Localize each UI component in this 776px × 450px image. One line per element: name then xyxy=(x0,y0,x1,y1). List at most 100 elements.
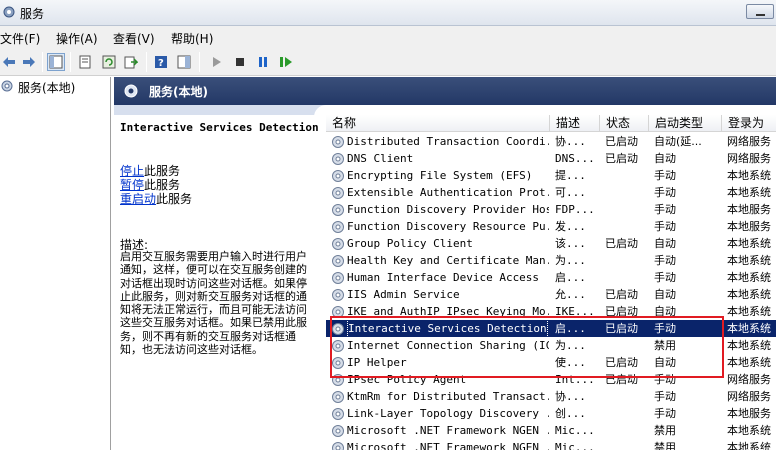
column-header-logon-as[interactable]: 登录为 xyxy=(722,115,776,132)
tree-item-services-local[interactable]: 服务(本地) xyxy=(0,79,77,96)
service-name-cell: Health Key and Certificate Man... xyxy=(331,252,549,269)
service-row[interactable]: Function Discovery Provider Host FDP... 手动… xyxy=(326,201,776,218)
column-header-description[interactable]: 描述 xyxy=(550,115,600,132)
service-logon-cell: 本地系统 xyxy=(727,339,771,352)
console-tree-icon[interactable] xyxy=(47,53,65,71)
service-logon-cell: 网络服务 xyxy=(727,135,771,148)
service-description-cell: 启... xyxy=(555,271,586,284)
services-gear-icon xyxy=(0,79,14,96)
service-name-cell: KtmRm for Distributed Transact... xyxy=(331,388,549,405)
service-gear-icon xyxy=(331,220,345,234)
help-icon[interactable]: ? xyxy=(152,53,170,71)
service-logon-cell: 本地系统 xyxy=(727,169,771,182)
service-gear-icon xyxy=(331,271,345,285)
service-startup-cell: 自动 xyxy=(654,288,676,301)
service-name-cell: Human Interface Device Access xyxy=(331,269,549,286)
service-status-cell xyxy=(605,252,651,269)
stop-icon[interactable] xyxy=(231,53,249,71)
title-bar: 服务 xyxy=(0,0,776,26)
service-description-cell: Mic... xyxy=(555,441,595,450)
service-startup-cell: 禁用 xyxy=(654,424,676,437)
service-gear-icon xyxy=(331,135,345,149)
service-startup-cell: 自动 xyxy=(654,237,676,250)
service-name-cell: Extensible Authentication Prot... xyxy=(331,184,549,201)
pause-service-link[interactable]: 暂停 xyxy=(120,178,144,192)
highlight-box xyxy=(330,316,724,378)
service-startup-cell: 手动 xyxy=(654,271,676,284)
service-row[interactable]: KtmRm for Distributed Transact... 协... 手动 网… xyxy=(326,388,776,405)
service-gear-icon xyxy=(331,169,345,183)
service-actions: 停止此服务 暂停此服务 重启动此服务 xyxy=(120,164,193,206)
service-logon-cell: 本地系统 xyxy=(727,441,771,450)
service-description-cell: 协... xyxy=(555,390,586,403)
service-description-cell: Mic... xyxy=(555,424,595,437)
column-header-name[interactable]: 名称 xyxy=(326,115,550,132)
service-row[interactable]: Extensible Authentication Prot... 可... 手动 本… xyxy=(326,184,776,201)
pause-icon[interactable] xyxy=(254,53,272,71)
window-title: 服务 xyxy=(20,7,45,21)
refresh-icon[interactable] xyxy=(100,53,118,71)
service-status-cell: 已启动 xyxy=(605,237,638,250)
service-logon-cell: 本地服务 xyxy=(727,220,771,233)
service-description-cell: 可... xyxy=(555,186,586,199)
service-startup-cell: 禁用 xyxy=(654,441,676,450)
service-name-cell: Function Discovery Provider Host xyxy=(331,201,549,218)
service-description-cell: 该... xyxy=(555,237,586,250)
service-logon-cell: 本地系统 xyxy=(727,254,771,267)
back-arrow-icon[interactable] xyxy=(0,53,18,71)
forward-arrow-icon[interactable] xyxy=(20,53,38,71)
service-row[interactable]: Health Key and Certificate Man... 为... 手动 本… xyxy=(326,252,776,269)
service-row[interactable]: DNS Client DNS... 已启动 自动 网络服务 xyxy=(326,150,776,167)
service-name-cell: IIS Admin Service xyxy=(331,286,549,303)
service-logon-cell: 本地系统 xyxy=(727,288,771,301)
menu-view[interactable]: 查看(V) xyxy=(113,30,155,47)
service-gear-icon xyxy=(331,237,345,251)
service-logon-cell: 网络服务 xyxy=(727,390,771,403)
minimize-button[interactable] xyxy=(746,4,774,19)
service-name-cell: Microsoft .NET Framework NGEN ... xyxy=(331,422,549,439)
selected-service-name: Interactive Services Detection xyxy=(120,121,319,134)
service-row[interactable]: Distributed Transaction Coordi... 协... 已启动… xyxy=(326,133,776,150)
service-row[interactable]: Human Interface Device Access 启... 手动 本地系统 xyxy=(326,269,776,286)
properties-icon[interactable] xyxy=(76,53,94,71)
service-description-cell: 为... xyxy=(555,254,586,267)
menu-file[interactable]: 文件(F) xyxy=(0,30,40,47)
console-tree: 服务(本地) xyxy=(0,77,111,450)
service-startup-cell: 手动 xyxy=(654,186,676,199)
service-row[interactable]: Microsoft .NET Framework NGEN ... Mic... 禁… xyxy=(326,422,776,439)
column-header-status[interactable]: 状态 xyxy=(600,115,649,132)
service-startup-cell: 手动 xyxy=(654,220,676,233)
service-logon-cell: 网络服务 xyxy=(727,152,771,165)
svg-text:?: ? xyxy=(158,58,164,69)
service-description-cell: FDP... xyxy=(555,203,595,216)
pane-title: 服务(本地) xyxy=(149,85,208,99)
service-startup-cell: 手动 xyxy=(654,203,676,216)
services-pane: 服务(本地) Interactive Services Detection 停止… xyxy=(114,77,776,450)
show-hide-icon[interactable] xyxy=(175,53,193,71)
menu-action[interactable]: 操作(A) xyxy=(56,30,98,47)
service-row[interactable]: Encrypting File System (EFS) 提... 手动 本地系统 xyxy=(326,167,776,184)
service-status-cell xyxy=(605,269,651,286)
service-name-cell: Distributed Transaction Coordi... xyxy=(331,133,549,150)
menu-help[interactable]: 帮助(H) xyxy=(171,30,213,47)
restart-service-link[interactable]: 重启动 xyxy=(120,192,156,206)
menu-bar: 文件(F) 操作(A) 查看(V) 帮助(H) xyxy=(0,26,776,48)
start-icon[interactable] xyxy=(207,53,225,71)
restart-icon[interactable] xyxy=(277,53,295,71)
service-description-cell: 发... xyxy=(555,220,586,233)
service-logon-cell: 网络服务 xyxy=(727,373,771,386)
service-gear-icon xyxy=(331,390,345,404)
service-description-cell: 允... xyxy=(555,288,586,301)
service-status-cell xyxy=(605,201,651,218)
service-row[interactable]: Microsoft .NET Framework NGEN ... Mic... 禁… xyxy=(326,439,776,450)
service-row[interactable]: Group Policy Client 该... 已启动 自动 本地系统 xyxy=(326,235,776,252)
column-header-startup-type[interactable]: 启动类型 xyxy=(649,115,722,132)
service-row[interactable]: Function Discovery Resource Pu... 发... 手动 本… xyxy=(326,218,776,235)
service-row[interactable]: IIS Admin Service 允... 已启动 自动 本地系统 xyxy=(326,286,776,303)
service-row[interactable]: Link-Layer Topology Discovery ... 创... 手动 本… xyxy=(326,405,776,422)
service-status-cell xyxy=(605,167,651,184)
service-startup-cell: 手动 xyxy=(654,407,676,420)
service-status-cell xyxy=(605,388,651,405)
stop-service-link[interactable]: 停止 xyxy=(120,164,144,178)
export-icon[interactable] xyxy=(122,53,140,71)
